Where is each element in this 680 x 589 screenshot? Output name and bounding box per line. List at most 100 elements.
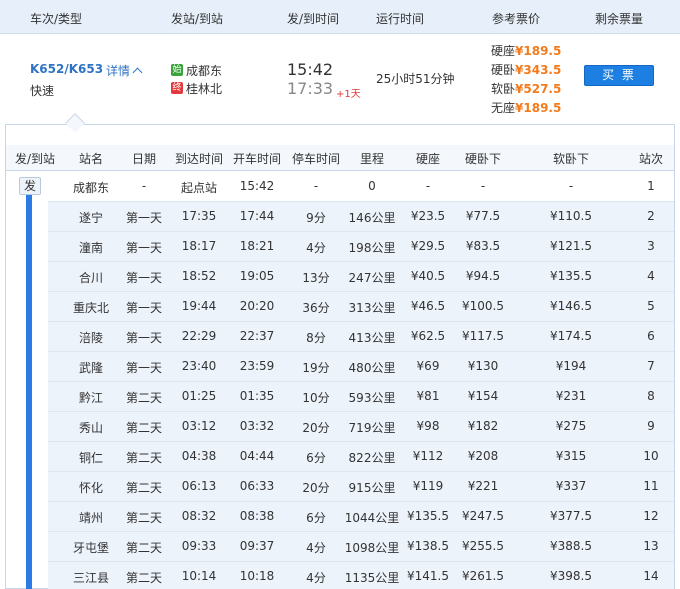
header-stations: 发站/到站 bbox=[171, 12, 224, 26]
soft-sleeper-price: ¥121.5 bbox=[550, 239, 592, 253]
table-row: 三江县 第二天 10:14 10:18 4分 1135公里 ¥141.5 ¥261.5 ¥398… bbox=[48, 562, 674, 589]
stop-duration: 19分 bbox=[302, 361, 330, 375]
depart-time: 10:18 bbox=[239, 569, 275, 583]
station-name: 涪陵 bbox=[78, 331, 104, 345]
arrive-time: 18:52 bbox=[181, 269, 217, 283]
depart-time: 15:42 bbox=[287, 60, 334, 79]
terminal-badge: 终 bbox=[171, 82, 183, 94]
stop-number: 14 bbox=[643, 569, 659, 583]
header-train-type: 车次/类型 bbox=[30, 12, 83, 26]
arrive-time: 起点站 bbox=[180, 181, 218, 195]
stop-number: 1 bbox=[647, 179, 655, 193]
hard-sleeper-price: ¥130 bbox=[467, 359, 499, 373]
depart-time: 20:20 bbox=[239, 299, 275, 313]
hard-sleeper-price: ¥247.5 bbox=[462, 509, 504, 523]
station-name: 怀化 bbox=[78, 481, 104, 495]
depart-badge: 发 bbox=[19, 177, 41, 195]
station-name: 重庆北 bbox=[72, 301, 110, 315]
arrive-time: 17:33 bbox=[287, 79, 334, 98]
chevron-up-icon bbox=[132, 67, 143, 78]
soft-sleeper-price: ¥377.5 bbox=[550, 509, 592, 523]
depart-time: 06:33 bbox=[239, 479, 275, 493]
arrive-time: 17:35 bbox=[181, 209, 217, 223]
hard-seat-price: ¥23.5 bbox=[410, 209, 446, 223]
depart-time: 04:44 bbox=[239, 449, 275, 463]
stop-number: 9 bbox=[647, 419, 655, 433]
origin-badge: 始 bbox=[171, 64, 183, 76]
seat-price: ¥189.5 bbox=[515, 44, 562, 58]
station-name: 秀山 bbox=[78, 421, 104, 435]
soft-sleeper-price: ¥135.5 bbox=[550, 269, 592, 283]
stop-duration: 9分 bbox=[306, 211, 326, 225]
station-name: 牙屯堡 bbox=[72, 541, 110, 555]
seat-price: ¥189.5 bbox=[515, 101, 562, 115]
stop-duration: 4分 bbox=[306, 541, 326, 555]
day: 第一天 bbox=[125, 271, 163, 285]
col-km: 里程 bbox=[359, 152, 385, 166]
mileage: 822公里 bbox=[348, 451, 396, 465]
stop-duration: 10分 bbox=[302, 391, 330, 405]
seat-label: 软卧 bbox=[491, 82, 516, 96]
price-soft-sleeper: 软卧¥527.5 bbox=[491, 80, 561, 97]
day: 第一天 bbox=[125, 361, 163, 375]
arrive-time: 01:25 bbox=[181, 389, 217, 403]
seat-price: ¥527.5 bbox=[515, 82, 562, 96]
stop-number: 10 bbox=[643, 449, 659, 463]
stop-number: 7 bbox=[647, 359, 655, 373]
stop-number: 4 bbox=[647, 269, 655, 283]
train-row: K652/K653 详情 快速 始 成都东 终 桂林北 15:42 17:33 … bbox=[0, 34, 680, 122]
hard-sleeper-price: ¥77.5 bbox=[465, 209, 501, 223]
hard-seat-price: ¥119 bbox=[412, 479, 444, 493]
mileage: 313公里 bbox=[348, 301, 396, 315]
mileage: 413公里 bbox=[348, 331, 396, 345]
table-row: 合川 第一天 18:52 19:05 13分 247公里 ¥40.5 ¥94.5 ¥135.5 4 bbox=[48, 262, 674, 292]
hard-seat-price: ¥98 bbox=[416, 419, 440, 433]
stop-duration: 6分 bbox=[306, 451, 326, 465]
mileage: 1135公里 bbox=[344, 571, 400, 585]
day: 第一天 bbox=[125, 301, 163, 315]
origin-station: 成都东 bbox=[186, 64, 223, 78]
day: 第二天 bbox=[125, 421, 163, 435]
soft-sleeper-price: ¥337 bbox=[555, 479, 587, 493]
arrive-time: 04:38 bbox=[181, 449, 217, 463]
stop-duration: 20分 bbox=[302, 481, 330, 495]
day: 第二天 bbox=[125, 481, 163, 495]
station-name: 靖州 bbox=[78, 511, 104, 525]
stop-number: 8 bbox=[647, 389, 655, 403]
hard-sleeper-price: ¥182 bbox=[467, 419, 499, 433]
station-name: 成都东 bbox=[72, 181, 110, 195]
hard-seat-price: ¥62.5 bbox=[410, 329, 446, 343]
stop-duration: 13分 bbox=[302, 271, 330, 285]
hard-sleeper-price: ¥261.5 bbox=[462, 569, 504, 583]
col-dep-arr: 发/到站 bbox=[14, 152, 56, 166]
depart-time: 17:44 bbox=[239, 209, 275, 223]
seat-label: 无座 bbox=[491, 101, 516, 115]
hard-seat-price: ¥40.5 bbox=[410, 269, 446, 283]
stop-duration: 36分 bbox=[302, 301, 330, 315]
station-name: 潼南 bbox=[78, 241, 104, 255]
hard-seat-price: ¥69 bbox=[416, 359, 440, 373]
arrive-time: 23:40 bbox=[181, 359, 217, 373]
buy-ticket-button[interactable]: 买 票 bbox=[584, 65, 654, 86]
depart-time: 19:05 bbox=[239, 269, 275, 283]
mileage: 1098公里 bbox=[344, 541, 400, 555]
mileage: 1044公里 bbox=[344, 511, 400, 525]
hard-sleeper-price: ¥221 bbox=[467, 479, 499, 493]
hard-seat-price: ¥138.5 bbox=[407, 539, 449, 553]
train-number-link[interactable]: K652/K653 bbox=[30, 62, 103, 76]
day: 第一天 bbox=[125, 211, 163, 225]
header-duration: 运行时间 bbox=[376, 12, 425, 26]
col-hard-sleeper: 硬卧下 bbox=[464, 152, 502, 166]
soft-sleeper-price: ¥174.5 bbox=[550, 329, 592, 343]
stop-number: 12 bbox=[643, 509, 659, 523]
day: 第二天 bbox=[125, 571, 163, 585]
run-duration: 25小时51分钟 bbox=[376, 72, 455, 86]
seat-label: 硬座 bbox=[491, 44, 516, 58]
header-times: 发/到时间 bbox=[287, 12, 340, 26]
results-header: 车次/类型 发站/到站 发/到时间 运行时间 参考票价 剩余票量 bbox=[0, 0, 680, 34]
table-row: 铜仁 第二天 04:38 04:44 6分 822公里 ¥112 ¥208 ¥315 10 bbox=[48, 442, 674, 472]
depart-time: 08:38 bbox=[239, 509, 275, 523]
stop-number: 3 bbox=[647, 239, 655, 253]
seat-label: 硬卧 bbox=[491, 63, 516, 77]
train-detail-toggle[interactable]: 详情 bbox=[106, 62, 143, 79]
